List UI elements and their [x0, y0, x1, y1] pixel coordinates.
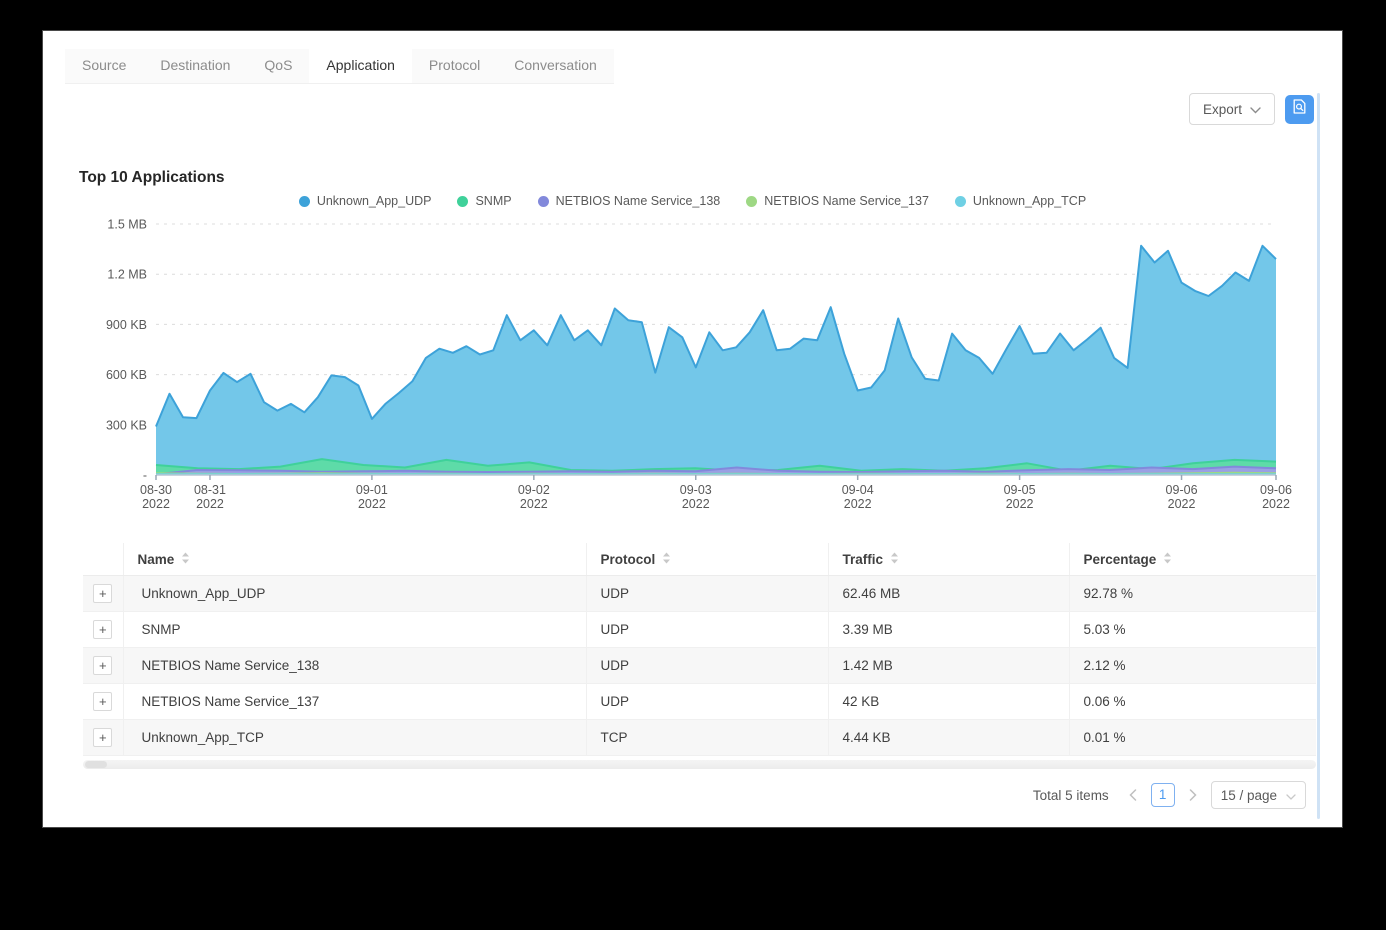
column-label: Percentage	[1084, 552, 1157, 567]
tab-application[interactable]: Application	[309, 49, 412, 83]
tab-protocol[interactable]: Protocol	[412, 49, 497, 83]
expand-row-button[interactable]: +	[93, 692, 112, 711]
svg-text:08-30: 08-30	[140, 483, 172, 497]
row-percentage: 5.03 %	[1069, 612, 1316, 648]
page-size-label: 15 / page	[1221, 788, 1277, 803]
column-header-percentage[interactable]: Percentage	[1069, 543, 1316, 576]
row-traffic: 3.39 MB	[828, 612, 1069, 648]
column-header-protocol[interactable]: Protocol	[586, 543, 828, 576]
svg-text:09-04: 09-04	[842, 483, 874, 497]
expand-row-button[interactable]: +	[93, 620, 112, 639]
svg-text:2022: 2022	[196, 497, 224, 511]
row-traffic: 42 KB	[828, 684, 1069, 720]
vertical-scrollbar[interactable]	[1317, 93, 1320, 819]
pagination-total: Total 5 items	[1033, 788, 1109, 803]
table-row-unknown-app-tcp: + Unknown_App_TCPTCP4.44 KB0.01 %	[83, 720, 1316, 756]
svg-text:2022: 2022	[358, 497, 386, 511]
row-protocol: UDP	[586, 648, 828, 684]
row-name: SNMP	[123, 612, 586, 648]
column-header-traffic[interactable]: Traffic	[828, 543, 1069, 576]
sort-icon[interactable]	[181, 552, 190, 567]
chevron-down-icon	[1250, 102, 1261, 117]
tab-conversation[interactable]: Conversation	[497, 49, 614, 83]
column-header-name[interactable]: Name	[123, 543, 586, 576]
svg-text:2022: 2022	[520, 497, 548, 511]
sort-icon[interactable]	[890, 552, 899, 567]
column-label: Traffic	[843, 552, 884, 567]
horizontal-scrollbar-thumb[interactable]	[85, 761, 107, 768]
chevron-left-icon[interactable]	[1124, 783, 1142, 807]
svg-text:2022: 2022	[142, 497, 170, 511]
applications-table: Name Protocol Traffic Percentage + Unknown_A…	[83, 543, 1316, 756]
svg-text:09-01: 09-01	[356, 483, 388, 497]
svg-text:09-06: 09-06	[1166, 483, 1198, 497]
tab-source[interactable]: Source	[65, 49, 143, 83]
svg-text:300 KB: 300 KB	[106, 418, 147, 432]
svg-text:09-05: 09-05	[1004, 483, 1036, 497]
svg-text:600 KB: 600 KB	[106, 368, 147, 382]
row-name: NETBIOS Name Service_137	[123, 684, 586, 720]
row-percentage: 0.01 %	[1069, 720, 1316, 756]
row-traffic: 4.44 KB	[828, 720, 1069, 756]
svg-text:08-31: 08-31	[194, 483, 226, 497]
pagination: Total 5 items 1 15 / page	[1033, 781, 1306, 809]
table-row-unknown-app-udp: + Unknown_App_UDPUDP62.46 MB92.78 %	[83, 576, 1316, 612]
row-traffic: 62.46 MB	[828, 576, 1069, 612]
svg-text:2022: 2022	[1006, 497, 1034, 511]
svg-text:09-02: 09-02	[518, 483, 550, 497]
sort-icon[interactable]	[1163, 552, 1172, 567]
tab-qos[interactable]: QoS	[247, 49, 309, 83]
row-protocol: UDP	[586, 684, 828, 720]
row-percentage: 0.06 %	[1069, 684, 1316, 720]
chart-canvas: 1.5 MB1.2 MB900 KB600 KB300 KB-08-302022…	[79, 191, 1319, 513]
svg-text:1.2 MB: 1.2 MB	[107, 268, 147, 282]
traffic-area-chart[interactable]: 1.5 MB1.2 MB900 KB600 KB300 KB-08-302022…	[79, 191, 1319, 513]
svg-text:09-06: 09-06	[1260, 483, 1292, 497]
row-protocol: UDP	[586, 576, 828, 612]
row-name: NETBIOS Name Service_138	[123, 648, 586, 684]
expand-row-button[interactable]: +	[93, 656, 112, 675]
row-name: Unknown_App_TCP	[123, 720, 586, 756]
table-row-snmp: + SNMPUDP3.39 MB5.03 %	[83, 612, 1316, 648]
table-header-row: Name Protocol Traffic Percentage	[83, 543, 1316, 576]
table-row-netbios-name-service-137: + NETBIOS Name Service_137UDP42 KB0.06 %	[83, 684, 1316, 720]
expand-row-button[interactable]: +	[93, 728, 112, 747]
svg-text:2022: 2022	[1262, 497, 1290, 511]
chevron-right-icon[interactable]	[1184, 783, 1202, 807]
column-header-expand	[83, 543, 123, 576]
export-button[interactable]: Export	[1189, 93, 1275, 125]
tab-destination[interactable]: Destination	[143, 49, 247, 83]
svg-text:-: -	[143, 469, 147, 483]
expand-row-button[interactable]: +	[93, 584, 112, 603]
row-traffic: 1.42 MB	[828, 648, 1069, 684]
toolbar: Export	[1189, 93, 1314, 125]
column-label: Protocol	[601, 552, 656, 567]
report-window: SourceDestinationQoSApplicationProtocolC…	[42, 30, 1343, 828]
export-button-label: Export	[1203, 102, 1242, 117]
page-number-button[interactable]: 1	[1151, 783, 1175, 807]
row-name: Unknown_App_UDP	[123, 576, 586, 612]
sort-icon[interactable]	[662, 552, 671, 567]
row-percentage: 92.78 %	[1069, 576, 1316, 612]
svg-text:09-03: 09-03	[680, 483, 712, 497]
horizontal-scrollbar[interactable]	[83, 760, 1316, 769]
svg-text:2022: 2022	[844, 497, 872, 511]
page-title: Top 10 Applications	[79, 169, 225, 187]
chevron-down-icon	[1286, 788, 1296, 803]
column-label: Name	[138, 552, 175, 567]
row-percentage: 2.12 %	[1069, 648, 1316, 684]
row-protocol: TCP	[586, 720, 828, 756]
table-row-netbios-name-service-138: + NETBIOS Name Service_138UDP1.42 MB2.12 …	[83, 648, 1316, 684]
page-size-select[interactable]: 15 / page	[1211, 781, 1306, 809]
row-protocol: UDP	[586, 612, 828, 648]
export-report-button[interactable]	[1285, 95, 1314, 124]
svg-text:1.5 MB: 1.5 MB	[107, 218, 147, 232]
report-tabbar: SourceDestinationQoSApplicationProtocolC…	[65, 49, 614, 84]
svg-text:2022: 2022	[1168, 497, 1196, 511]
svg-text:2022: 2022	[682, 497, 710, 511]
svg-text:900 KB: 900 KB	[106, 318, 147, 332]
export-report-icon	[1291, 98, 1308, 120]
applications-table-wrap: Name Protocol Traffic Percentage + Unknown_A…	[83, 543, 1316, 756]
